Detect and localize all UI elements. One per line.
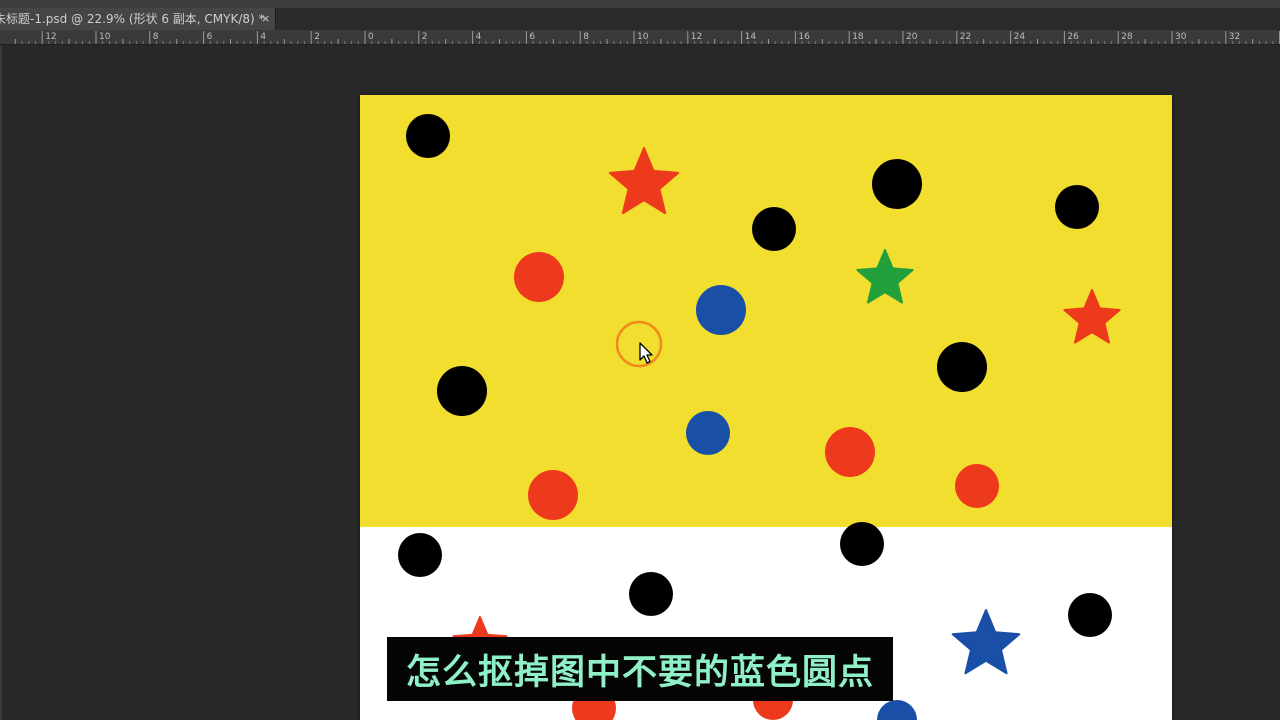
black-dot bbox=[629, 572, 673, 616]
ruler-label: 12 bbox=[45, 32, 56, 42]
red-dot bbox=[528, 470, 578, 520]
ruler-label: 0 bbox=[368, 32, 374, 42]
ruler-ticks: 12 10 8 6 4 2 0 2 4 6 8 10 12 14 16 18 20 22 24 26 28 30 32 bbox=[14, 31, 1280, 44]
document-tab-title: 未标题-1.psd @ 22.9% (形状 6 副本, CMYK/8) * bbox=[0, 12, 265, 26]
subtitle-text: 怎么抠掉图中不要的蓝色圆点 bbox=[405, 651, 874, 693]
black-dot bbox=[437, 366, 487, 416]
yellow-background bbox=[360, 95, 1172, 527]
ruler-label: 32 bbox=[1229, 32, 1240, 42]
ruler-label: 6 bbox=[529, 32, 535, 42]
black-dot bbox=[1068, 593, 1112, 637]
black-dot bbox=[1055, 185, 1099, 229]
blue-dot bbox=[696, 285, 746, 335]
ruler-label: 12 bbox=[691, 32, 702, 42]
document-tab-bar: 未标题-1.psd @ 22.9% (形状 6 副本, CMYK/8) * × bbox=[0, 8, 1280, 31]
ruler-label: 4 bbox=[476, 32, 482, 42]
close-icon[interactable]: × bbox=[261, 8, 270, 30]
ruler-label: 20 bbox=[906, 32, 918, 42]
vertical-ruler-edge bbox=[0, 45, 2, 720]
red-dot bbox=[514, 252, 564, 302]
black-dot bbox=[937, 342, 987, 392]
blue-dot bbox=[686, 411, 730, 455]
ruler-label: 2 bbox=[422, 32, 428, 42]
ruler-label: 8 bbox=[583, 32, 589, 42]
ruler-label: 14 bbox=[745, 32, 757, 42]
black-dot bbox=[752, 207, 796, 251]
ruler-label: 22 bbox=[960, 32, 971, 42]
artwork bbox=[360, 95, 1172, 720]
ruler-label: 8 bbox=[153, 32, 159, 42]
document-tab[interactable]: 未标题-1.psd @ 22.9% (形状 6 副本, CMYK/8) * × bbox=[0, 8, 276, 30]
brush-cursor-icon bbox=[615, 320, 663, 368]
ruler-label: 28 bbox=[1121, 32, 1133, 42]
black-dot bbox=[406, 114, 450, 158]
ruler-label: 16 bbox=[798, 32, 810, 42]
ruler-label: 30 bbox=[1175, 32, 1187, 42]
video-subtitle: 怎么抠掉图中不要的蓝色圆点 bbox=[387, 637, 893, 701]
document-canvas[interactable] bbox=[360, 95, 1172, 720]
menu-strip-edge bbox=[0, 0, 1280, 8]
red-dot bbox=[955, 464, 999, 508]
black-dot bbox=[840, 522, 884, 566]
red-dot bbox=[825, 427, 875, 477]
black-dot bbox=[872, 159, 922, 209]
ruler-label: 26 bbox=[1067, 32, 1079, 42]
ruler-label: 6 bbox=[207, 32, 213, 42]
black-dot bbox=[398, 533, 442, 577]
ruler-label: 2 bbox=[314, 32, 320, 42]
ruler-label: 10 bbox=[637, 32, 649, 42]
horizontal-ruler[interactable]: 12 10 8 6 4 2 0 2 4 6 8 10 12 14 16 18 20 22 24 26 28 30 32 bbox=[0, 30, 1280, 45]
ruler-label: 4 bbox=[260, 32, 266, 42]
ruler-label: 10 bbox=[99, 32, 111, 42]
ruler-label: 18 bbox=[852, 32, 864, 42]
ruler-label: 24 bbox=[1014, 32, 1026, 42]
